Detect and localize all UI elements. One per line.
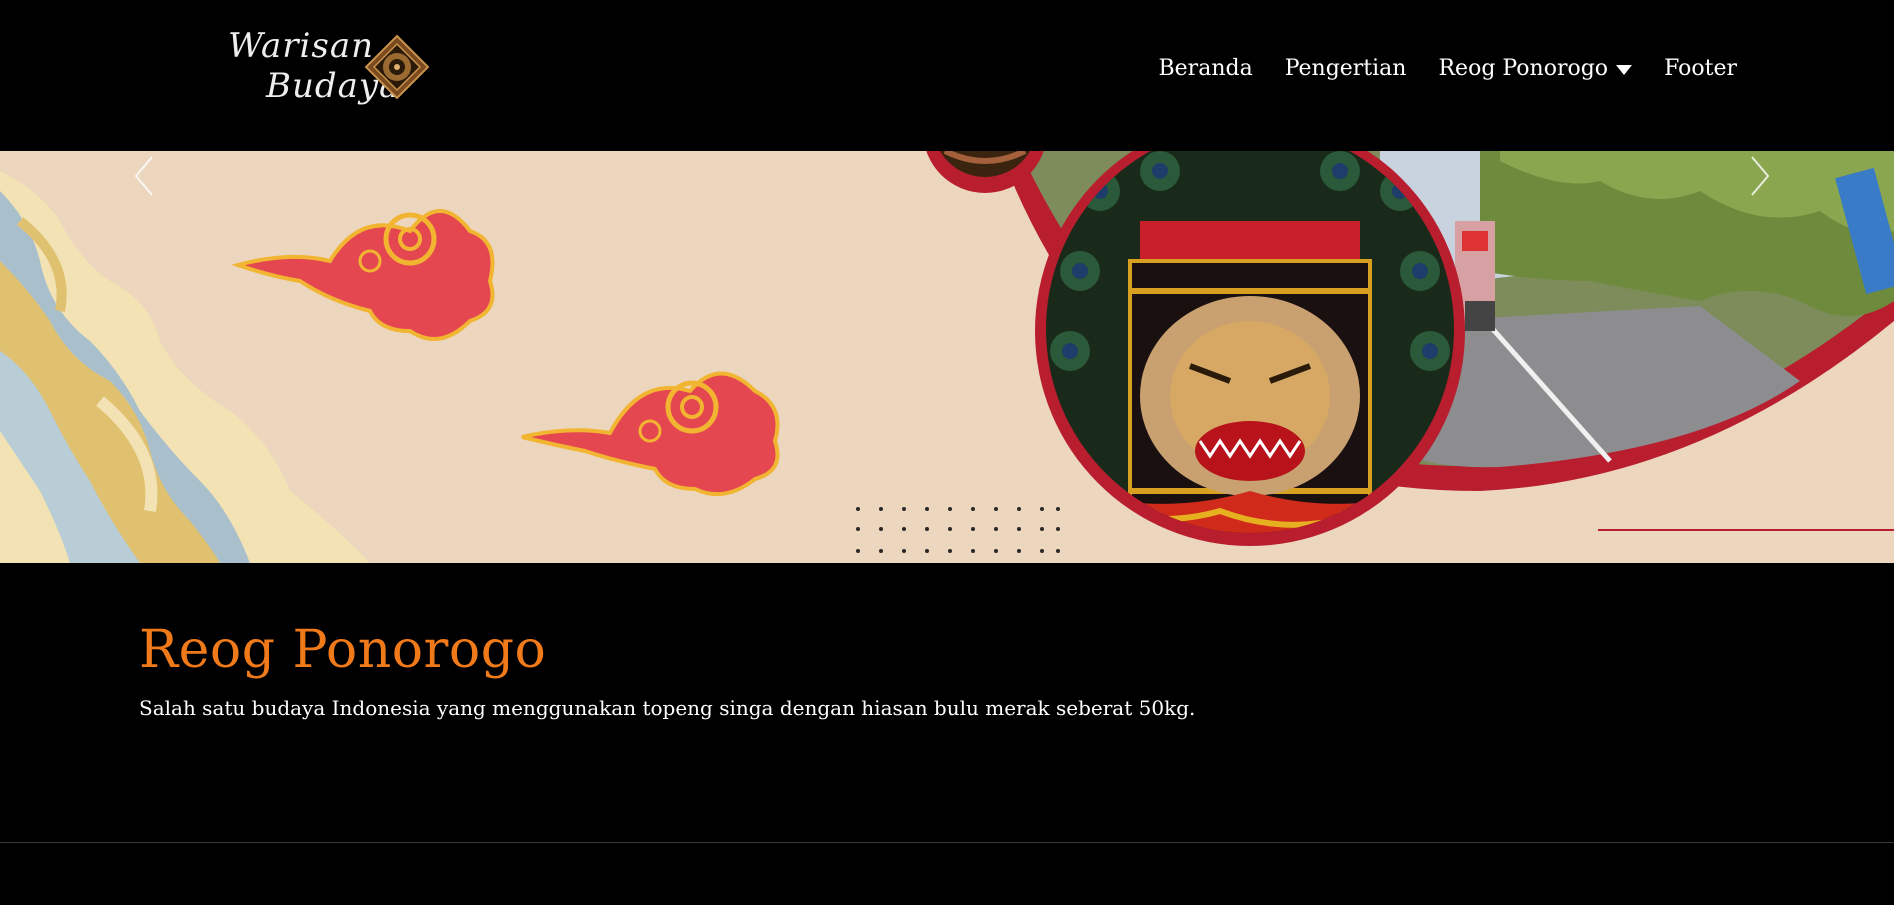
nav-pengertian[interactable]: Pengertian: [1285, 56, 1407, 81]
chevron-left-icon[interactable]: [128, 151, 164, 201]
main-content: Reog Ponorogo Salah satu budaya Indonesi…: [139, 620, 1195, 720]
page-description: Salah satu budaya Indonesia yang menggun…: [139, 696, 1196, 720]
chevron-right-icon[interactable]: [1740, 151, 1776, 201]
cloud-decoration: [521, 371, 780, 497]
section-divider: [0, 842, 1894, 843]
page-title: Reog Ponorogo: [139, 620, 547, 680]
marble-pattern: [0, 171, 370, 563]
nav-footer-label: Footer: [1664, 56, 1737, 81]
site-header: Warisan Budaya Beranda Pengertian Reog P…: [0, 0, 1894, 151]
reog-photo-circle: [1035, 151, 1465, 546]
hero-carousel[interactable]: [0, 151, 1894, 563]
nav-reog-ponorogo-label: Reog Ponorogo: [1438, 56, 1609, 81]
nav-reog-ponorogo[interactable]: Reog Ponorogo: [1438, 56, 1633, 81]
hero-banner-illustration: [0, 151, 1894, 563]
nav-pengertian-label: Pengertian: [1284, 56, 1407, 81]
nav-beranda-label: Beranda: [1158, 56, 1253, 81]
cloud-decoration: [231, 209, 495, 341]
main-nav: Beranda Pengertian Reog Ponorogo Footer: [1159, 56, 1738, 81]
caret-down-icon: [1616, 64, 1633, 75]
site-logo[interactable]: Warisan Budaya: [226, 22, 432, 114]
dots-pattern: [856, 507, 1060, 553]
logo-emblem-icon: [364, 34, 430, 100]
logo-text-line1: Warisan: [228, 26, 375, 66]
nav-beranda[interactable]: Beranda: [1159, 56, 1253, 81]
nav-footer[interactable]: Footer: [1664, 56, 1737, 81]
